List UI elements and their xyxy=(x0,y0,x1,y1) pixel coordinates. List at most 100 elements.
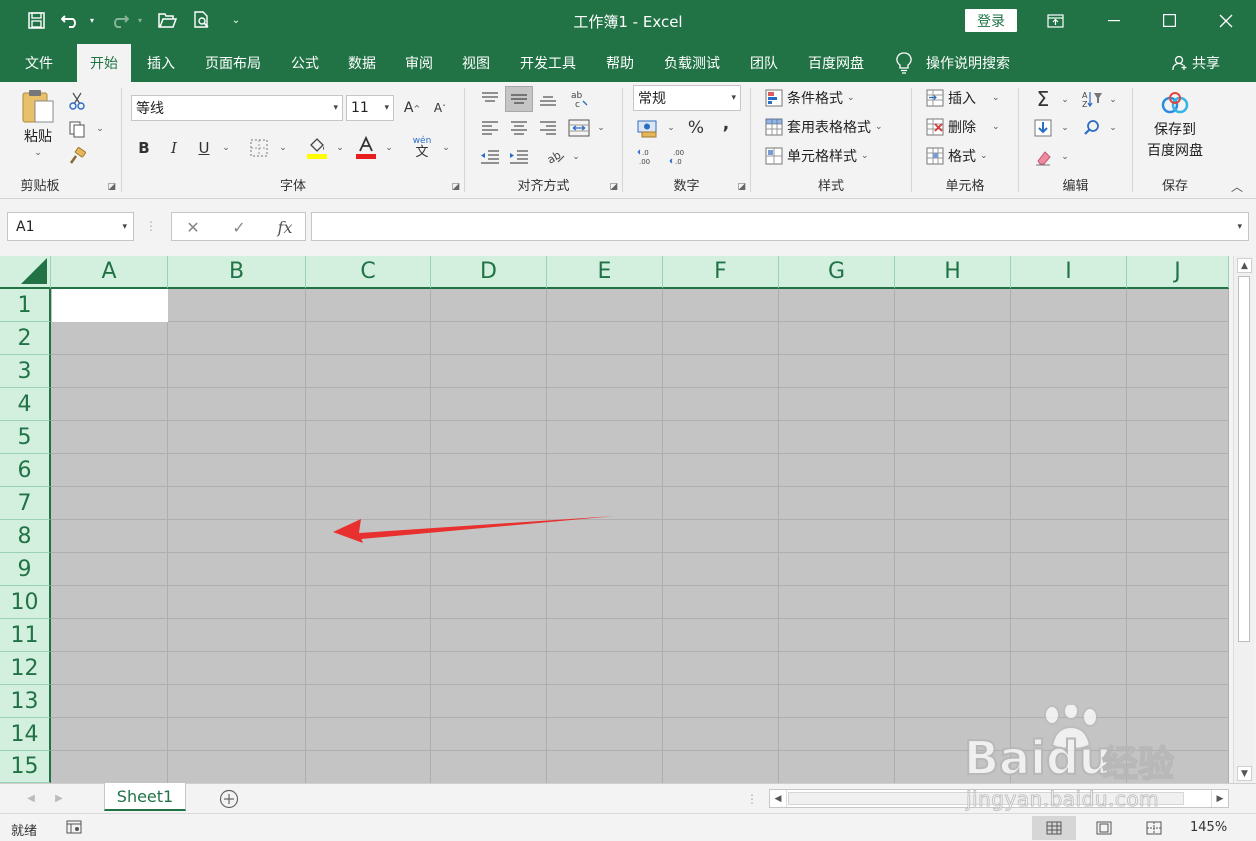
conditional-formatting-button[interactable]: 条件格式 ⌄ xyxy=(765,88,855,108)
normal-view-icon[interactable] xyxy=(1032,816,1076,840)
row-header[interactable]: 10 xyxy=(0,586,51,619)
copy-dropdown-icon[interactable]: ⌄ xyxy=(94,122,106,136)
middle-align-icon[interactable] xyxy=(505,86,533,112)
undo-dropdown-icon[interactable]: ▾ xyxy=(86,8,98,32)
underline-dropdown-icon[interactable]: ⌄ xyxy=(220,140,232,156)
tab-insert[interactable]: 插入 xyxy=(137,44,185,82)
borders-icon[interactable] xyxy=(247,136,271,160)
clear-dropdown-icon[interactable]: ⌄ xyxy=(1059,149,1071,165)
align-left-icon[interactable] xyxy=(477,115,503,141)
autosum-icon[interactable]: Σ xyxy=(1031,86,1055,112)
row-header[interactable]: 4 xyxy=(0,388,51,421)
accounting-format-icon[interactable] xyxy=(635,116,661,140)
delete-cells-button[interactable]: 删除 ⌄ xyxy=(926,117,1000,137)
phonetic-dropdown-icon[interactable]: ⌄ xyxy=(440,140,452,156)
tab-split-grip-icon[interactable]: ⋮ xyxy=(746,790,758,808)
row-header[interactable]: 7 xyxy=(0,487,51,520)
cell-styles-button[interactable]: 单元格样式 ⌄ xyxy=(765,146,869,166)
fill-color-dropdown-icon[interactable]: ⌄ xyxy=(334,140,346,156)
sort-filter-dropdown-icon[interactable]: ⌄ xyxy=(1107,92,1119,108)
tell-me-search[interactable]: 操作说明搜索 xyxy=(896,44,1010,82)
find-select-dropdown-icon[interactable]: ⌄ xyxy=(1107,120,1119,136)
top-align-icon[interactable] xyxy=(477,86,503,112)
vertical-scrollbar[interactable]: ▲ ▼ xyxy=(1233,256,1254,783)
add-sheet-icon[interactable] xyxy=(218,788,240,810)
bold-button[interactable]: B xyxy=(132,136,156,160)
align-center-icon[interactable] xyxy=(505,115,533,141)
decrease-font-size-icon[interactable]: Aˇ xyxy=(428,96,452,120)
decrease-indent-icon[interactable] xyxy=(477,144,503,170)
number-format-select[interactable]: 常规 ▾ xyxy=(633,85,741,111)
tab-baidu-netdisk[interactable]: 百度网盘 xyxy=(797,44,875,82)
scroll-right-icon[interactable]: ▶ xyxy=(1211,790,1228,807)
column-header[interactable]: G xyxy=(779,256,895,289)
tab-developer[interactable]: 开发工具 xyxy=(509,44,587,82)
collapse-ribbon-icon[interactable]: ︿ xyxy=(1228,178,1246,194)
tab-formulas[interactable]: 公式 xyxy=(281,44,329,82)
tab-review[interactable]: 审阅 xyxy=(395,44,443,82)
column-header[interactable]: C xyxy=(306,256,431,289)
zoom-level[interactable]: 145% xyxy=(1190,820,1227,835)
open-folder-icon[interactable] xyxy=(155,8,179,32)
underline-button[interactable]: U xyxy=(192,136,216,160)
save-icon[interactable] xyxy=(24,8,48,32)
row-header[interactable]: 8 xyxy=(0,520,51,553)
copy-icon[interactable] xyxy=(66,118,88,140)
column-header[interactable]: J xyxy=(1127,256,1229,289)
scroll-up-icon[interactable]: ▲ xyxy=(1237,258,1252,273)
font-size-select[interactable]: 11 ▾ xyxy=(346,95,394,121)
text-direction-icon[interactable]: ab xyxy=(543,144,569,170)
tab-page-layout[interactable]: 页面布局 xyxy=(194,44,272,82)
fill-icon[interactable] xyxy=(1031,115,1055,141)
cut-icon[interactable] xyxy=(66,90,88,112)
bottom-align-icon[interactable] xyxy=(535,86,561,112)
confirm-entry-icon[interactable]: ✓ xyxy=(224,217,254,237)
redo-dropdown-icon[interactable]: ▾ xyxy=(134,8,146,32)
login-button[interactable]: 登录 xyxy=(965,9,1017,32)
active-cell-a1[interactable] xyxy=(52,289,168,322)
increase-font-size-icon[interactable]: A ^ xyxy=(400,96,424,120)
page-break-view-icon[interactable] xyxy=(1132,816,1176,840)
sort-filter-icon[interactable]: AZ xyxy=(1079,86,1105,112)
format-cells-button[interactable]: 格式 ⌄ xyxy=(926,146,988,166)
tab-view[interactable]: 视图 xyxy=(452,44,500,82)
row-header[interactable]: 13 xyxy=(0,685,51,718)
align-right-icon[interactable] xyxy=(535,115,561,141)
redo-icon[interactable] xyxy=(106,8,132,32)
format-as-table-button[interactable]: 套用表格格式 ⌄ xyxy=(765,117,883,137)
sheet-tab[interactable]: Sheet1 xyxy=(104,783,186,811)
row-header[interactable]: 5 xyxy=(0,421,51,454)
text-direction-dropdown-icon[interactable]: ⌄ xyxy=(570,149,582,165)
column-header[interactable]: I xyxy=(1011,256,1127,289)
increase-decimal-icon[interactable]: .0.00 xyxy=(635,145,661,169)
autosum-dropdown-icon[interactable]: ⌄ xyxy=(1059,92,1071,108)
vertical-scroll-thumb[interactable] xyxy=(1238,276,1250,642)
borders-dropdown-icon[interactable]: ⌄ xyxy=(277,140,289,156)
insert-function-icon[interactable]: fx xyxy=(270,217,300,237)
clear-icon[interactable] xyxy=(1031,144,1055,170)
italic-button[interactable]: I xyxy=(162,136,186,160)
increase-indent-icon[interactable] xyxy=(505,144,533,170)
merge-dropdown-icon[interactable]: ⌄ xyxy=(595,120,607,136)
close-icon[interactable] xyxy=(1198,0,1254,41)
select-all-button[interactable] xyxy=(0,256,51,289)
percent-style-button[interactable]: % xyxy=(683,116,709,140)
format-painter-icon[interactable] xyxy=(66,145,88,167)
row-header[interactable]: 2 xyxy=(0,322,51,355)
fill-dropdown-icon[interactable]: ⌄ xyxy=(1059,120,1071,136)
ribbon-display-options-icon[interactable] xyxy=(1027,0,1083,41)
alignment-launcher-icon[interactable]: ◪ xyxy=(609,182,618,192)
tab-home[interactable]: 开始 xyxy=(77,44,131,82)
decrease-decimal-icon[interactable]: .00.0 xyxy=(667,145,693,169)
number-launcher-icon[interactable]: ◪ xyxy=(737,182,746,192)
row-header[interactable]: 9 xyxy=(0,553,51,586)
row-header[interactable]: 6 xyxy=(0,454,51,487)
prev-sheet-icon[interactable]: ◀ xyxy=(24,791,38,805)
share-button[interactable]: 共享 xyxy=(1172,44,1220,82)
macro-record-icon[interactable] xyxy=(64,818,84,836)
find-select-icon[interactable] xyxy=(1079,115,1105,141)
column-header[interactable]: D xyxy=(431,256,547,289)
column-header[interactable]: A xyxy=(51,256,168,289)
page-layout-view-icon[interactable] xyxy=(1082,816,1126,840)
tab-file[interactable]: 文件 xyxy=(10,44,68,82)
